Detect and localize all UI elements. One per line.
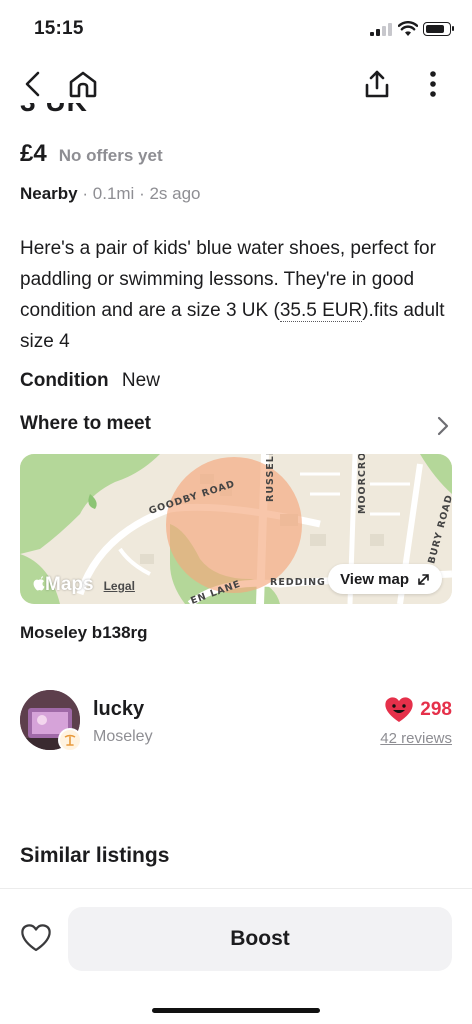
bottom-action-bar: Boost <box>0 888 472 1024</box>
more-icon[interactable] <box>416 67 450 101</box>
listing-description: Here's a pair of kids' blue water shoes,… <box>20 238 445 352</box>
price: £4 <box>20 140 47 167</box>
street-label: REDDING <box>270 577 326 588</box>
heart-rating-icon <box>385 697 413 722</box>
seller-card[interactable]: lucky Moseley 298 42 reviews <box>20 690 452 754</box>
signal-icon <box>370 23 392 36</box>
battery-icon <box>423 22 454 36</box>
listing-title-clipped: 3 UK <box>20 103 100 117</box>
maps-legal-link[interactable]: Legal <box>104 579 135 593</box>
offers-status: No offers yet <box>58 146 163 165</box>
reviews-link[interactable]: 42 reviews <box>380 730 452 747</box>
home-icon[interactable] <box>66 67 100 101</box>
condition-row: Condition New <box>20 370 160 392</box>
heart-outline-icon[interactable] <box>20 923 52 953</box>
similar-listings-heading: Similar listings <box>20 844 170 867</box>
street-label: MOORCRO <box>357 454 368 514</box>
chevron-right-icon <box>437 416 449 436</box>
expand-icon <box>418 573 429 585</box>
rating-count: 298 <box>420 698 452 720</box>
where-to-meet-label: Where to meet <box>20 413 151 434</box>
status-time: 15:15 <box>34 18 84 39</box>
posted-time: 2s ago <box>149 184 201 203</box>
where-to-meet-row[interactable]: Where to meet <box>20 413 452 439</box>
condition-value: New <box>121 370 160 391</box>
seller-name: lucky <box>93 698 145 720</box>
seller-location: Moseley <box>93 728 153 745</box>
view-map-button[interactable]: View map <box>328 564 442 594</box>
price-row: £4 No offers yet <box>20 140 163 168</box>
wifi-icon <box>398 21 418 36</box>
apple-icon <box>33 576 45 591</box>
currency-conversion-link[interactable]: 35.5 EUR <box>279 300 363 322</box>
meet-location: Moseley b138rg <box>20 623 148 642</box>
seller-badge-icon <box>58 728 82 752</box>
listing-meta: Nearby · 0.1mi · 2s ago <box>20 184 201 203</box>
share-icon[interactable] <box>360 67 394 101</box>
status-bar: 15:15 <box>0 0 472 58</box>
seller-rating: 298 <box>384 696 452 723</box>
distance-label: Nearby <box>20 184 78 203</box>
street-label: RUSSELL <box>265 454 276 502</box>
boost-button[interactable]: Boost <box>68 907 452 971</box>
distance-value: 0.1mi <box>92 184 135 203</box>
meet-map[interactable]: GOODBY ROAD RUSSELL MOORCRO ESBURY ROAD … <box>20 454 452 604</box>
top-nav-bar <box>0 62 472 108</box>
back-icon[interactable] <box>16 67 50 101</box>
condition-label: Condition <box>20 370 109 391</box>
home-indicator[interactable] <box>152 1008 320 1013</box>
maps-logo: Maps Legal <box>32 574 135 596</box>
